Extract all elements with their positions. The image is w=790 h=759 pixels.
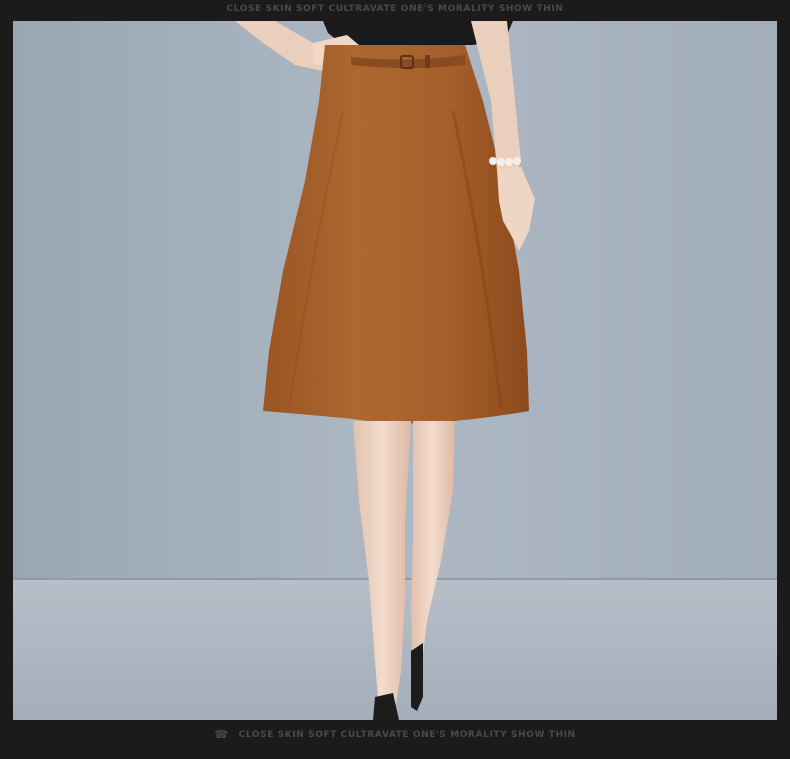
phone-icon: ☎: [214, 728, 229, 741]
header-caption-text: CLOSE SKIN SOFT CULTRAVATE ONE'S MORALIT…: [226, 4, 564, 14]
footer-caption: ☎ CLOSE SKIN SOFT CULTRAVATE ONE'S MORALI…: [0, 728, 790, 741]
product-photo-illustration: [13, 21, 777, 720]
product-photo: [13, 21, 777, 720]
header-caption: CLOSE SKIN SOFT CULTRAVATE ONE'S MORALIT…: [0, 4, 790, 14]
belt-loop: [425, 55, 430, 68]
right-shoe: [411, 643, 423, 711]
footer-caption-text: CLOSE SKIN SOFT CULTRAVATE ONE'S MORALIT…: [238, 730, 576, 740]
